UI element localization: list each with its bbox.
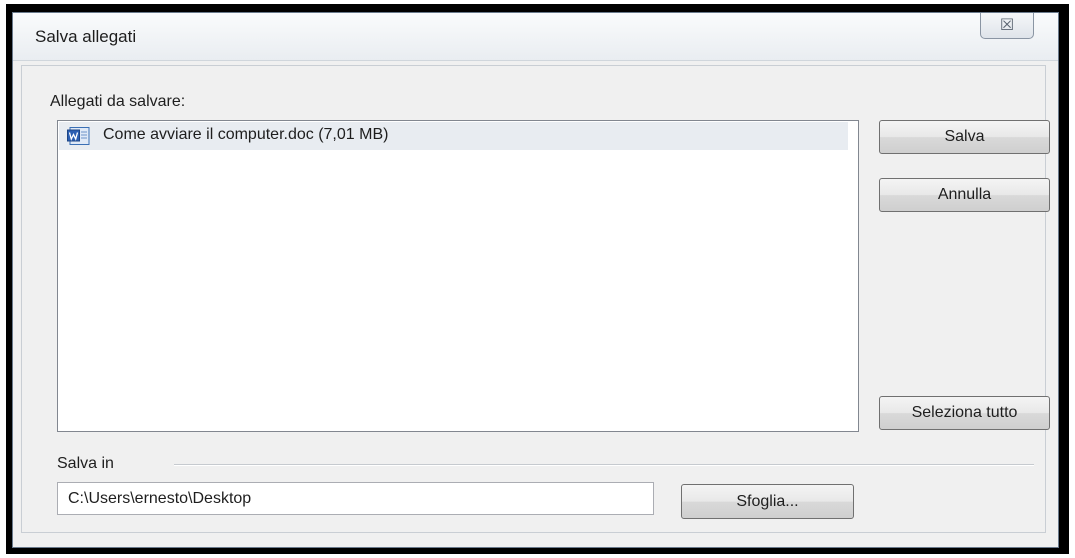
select-all-button[interactable]: Seleziona tutto (879, 396, 1050, 430)
screenshot-stage: Salva allegati ☒ Allegati da salvare: Co… (0, 0, 1075, 558)
attachment-file-label: Come avviare il computer.doc (7,01 MB) (103, 126, 389, 143)
save-in-divider (174, 464, 1034, 466)
attachments-list[interactable]: Come avviare il computer.doc (7,01 MB) (57, 120, 859, 432)
dialog-body: Allegati da salvare: Come avviare il com… (21, 65, 1050, 533)
save-in-label: Salva in (57, 455, 114, 472)
save-path-input[interactable] (57, 482, 654, 515)
close-icon: ☒ (999, 17, 1015, 34)
save-attachments-dialog: Salva allegati ☒ Allegati da salvare: Co… (12, 12, 1059, 548)
browse-button[interactable]: Sfoglia... (681, 484, 854, 519)
attachments-label: Allegati da salvare: (50, 93, 186, 110)
save-button[interactable]: Salva (879, 120, 1050, 154)
word-document-icon (67, 127, 90, 145)
cancel-button[interactable]: Annulla (879, 178, 1050, 212)
list-item[interactable]: Come avviare il computer.doc (7,01 MB) (59, 122, 848, 150)
dialog-title: Salva allegati (35, 27, 137, 46)
close-button[interactable]: ☒ (980, 13, 1034, 39)
title-bar[interactable]: Salva allegati ☒ (13, 13, 1058, 61)
